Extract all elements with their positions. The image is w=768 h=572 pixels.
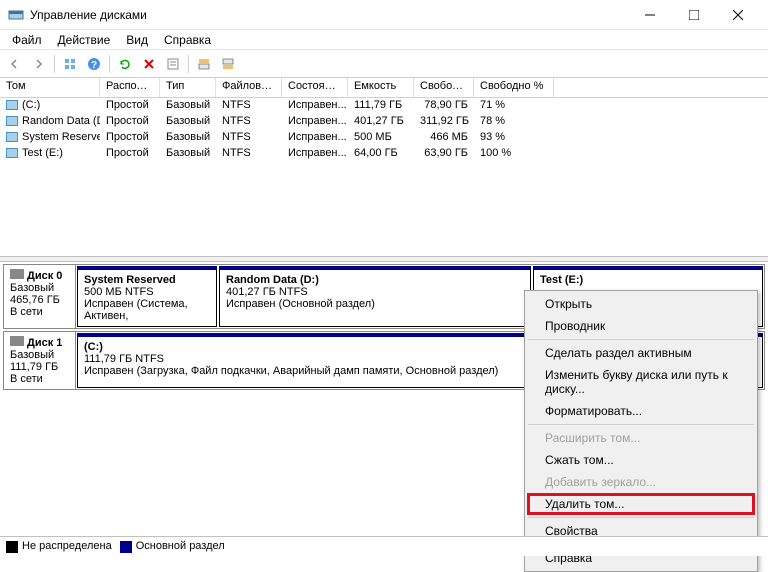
forward-button[interactable] [28, 53, 50, 75]
col-freepct[interactable]: Свободно % [474, 78, 554, 97]
col-filesystem[interactable]: Файловая с... [216, 78, 282, 97]
disk-1-info[interactable]: Диск 1 Базовый 111,79 ГБ В сети [4, 332, 76, 389]
ctx-change-letter[interactable]: Изменить букву диска или путь к диску... [527, 364, 755, 400]
ctx-sep [528, 424, 754, 425]
volume-list: Том Располо... Тип Файловая с... Состоян… [0, 78, 768, 256]
col-layout[interactable]: Располо... [100, 78, 160, 97]
table-row[interactable]: Random Data (D:)ПростойБазовыйNTFSИсправ… [0, 114, 768, 130]
menu-file[interactable]: Файл [4, 31, 50, 49]
disk-0-info[interactable]: Диск 0 Базовый 465,76 ГБ В сети [4, 265, 76, 328]
svg-text:?: ? [91, 60, 97, 71]
col-type[interactable]: Тип [160, 78, 216, 97]
view-button[interactable] [59, 53, 81, 75]
ctx-make-active[interactable]: Сделать раздел активным [527, 342, 755, 364]
grid-header: Том Располо... Тип Файловая с... Состоян… [0, 78, 768, 98]
volume-icon [6, 100, 18, 110]
disk-icon [10, 269, 24, 279]
menu-help[interactable]: Справка [156, 31, 219, 49]
layout-top-button[interactable] [193, 53, 215, 75]
ctx-explorer[interactable]: Проводник [527, 315, 755, 337]
legend-swatch-primary [120, 541, 132, 553]
ctx-extend: Расширить том... [527, 427, 755, 449]
properties-button[interactable] [162, 53, 184, 75]
table-row[interactable]: Test (E:)ПростойБазовыйNTFSИсправен...64… [0, 146, 768, 162]
partition-random-data[interactable]: Random Data (D:) 401,27 ГБ NTFS Исправен… [219, 266, 531, 327]
close-button[interactable] [716, 0, 760, 30]
volume-icon [6, 148, 18, 158]
help-button[interactable]: ? [83, 53, 105, 75]
partition-system-reserved[interactable]: System Reserved 500 МБ NTFS Исправен (Си… [77, 266, 217, 327]
menu-action[interactable]: Действие [50, 31, 119, 49]
delete-button[interactable] [138, 53, 160, 75]
ctx-delete-volume[interactable]: Удалить том... [527, 493, 755, 515]
legend-swatch-unallocated [6, 541, 18, 553]
col-volume[interactable]: Том [0, 78, 100, 97]
volume-icon [6, 116, 18, 126]
layout-bottom-button[interactable] [217, 53, 239, 75]
context-menu: Открыть Проводник Сделать раздел активны… [524, 290, 758, 572]
volume-icon [6, 132, 18, 142]
table-row[interactable]: System ReservedПростойБазовыйNTFSИсправе… [0, 130, 768, 146]
ctx-sep [528, 517, 754, 518]
col-capacity[interactable]: Емкость [348, 78, 414, 97]
ctx-add-mirror: Добавить зеркало... [527, 471, 755, 493]
disk-icon [10, 336, 24, 346]
legend: Не распределена Основной раздел [0, 536, 768, 556]
titlebar: Управление дисками [0, 0, 768, 30]
ctx-sep [528, 339, 754, 340]
table-row[interactable]: (C:)ПростойБазовыйNTFSИсправен...111,79 … [0, 98, 768, 114]
ctx-format[interactable]: Форматировать... [527, 400, 755, 422]
ctx-open[interactable]: Открыть [527, 293, 755, 315]
app-icon [8, 7, 24, 23]
maximize-button[interactable] [672, 0, 716, 30]
window-title: Управление дисками [30, 8, 628, 22]
minimize-button[interactable] [628, 0, 672, 30]
col-free[interactable]: Свобод... [414, 78, 474, 97]
ctx-shrink[interactable]: Сжать том... [527, 449, 755, 471]
toolbar: ? [0, 50, 768, 78]
menubar: Файл Действие Вид Справка [0, 30, 768, 50]
col-status[interactable]: Состояние [282, 78, 348, 97]
menu-view[interactable]: Вид [118, 31, 156, 49]
splitter[interactable] [0, 256, 768, 262]
back-button[interactable] [4, 53, 26, 75]
refresh-button[interactable] [114, 53, 136, 75]
